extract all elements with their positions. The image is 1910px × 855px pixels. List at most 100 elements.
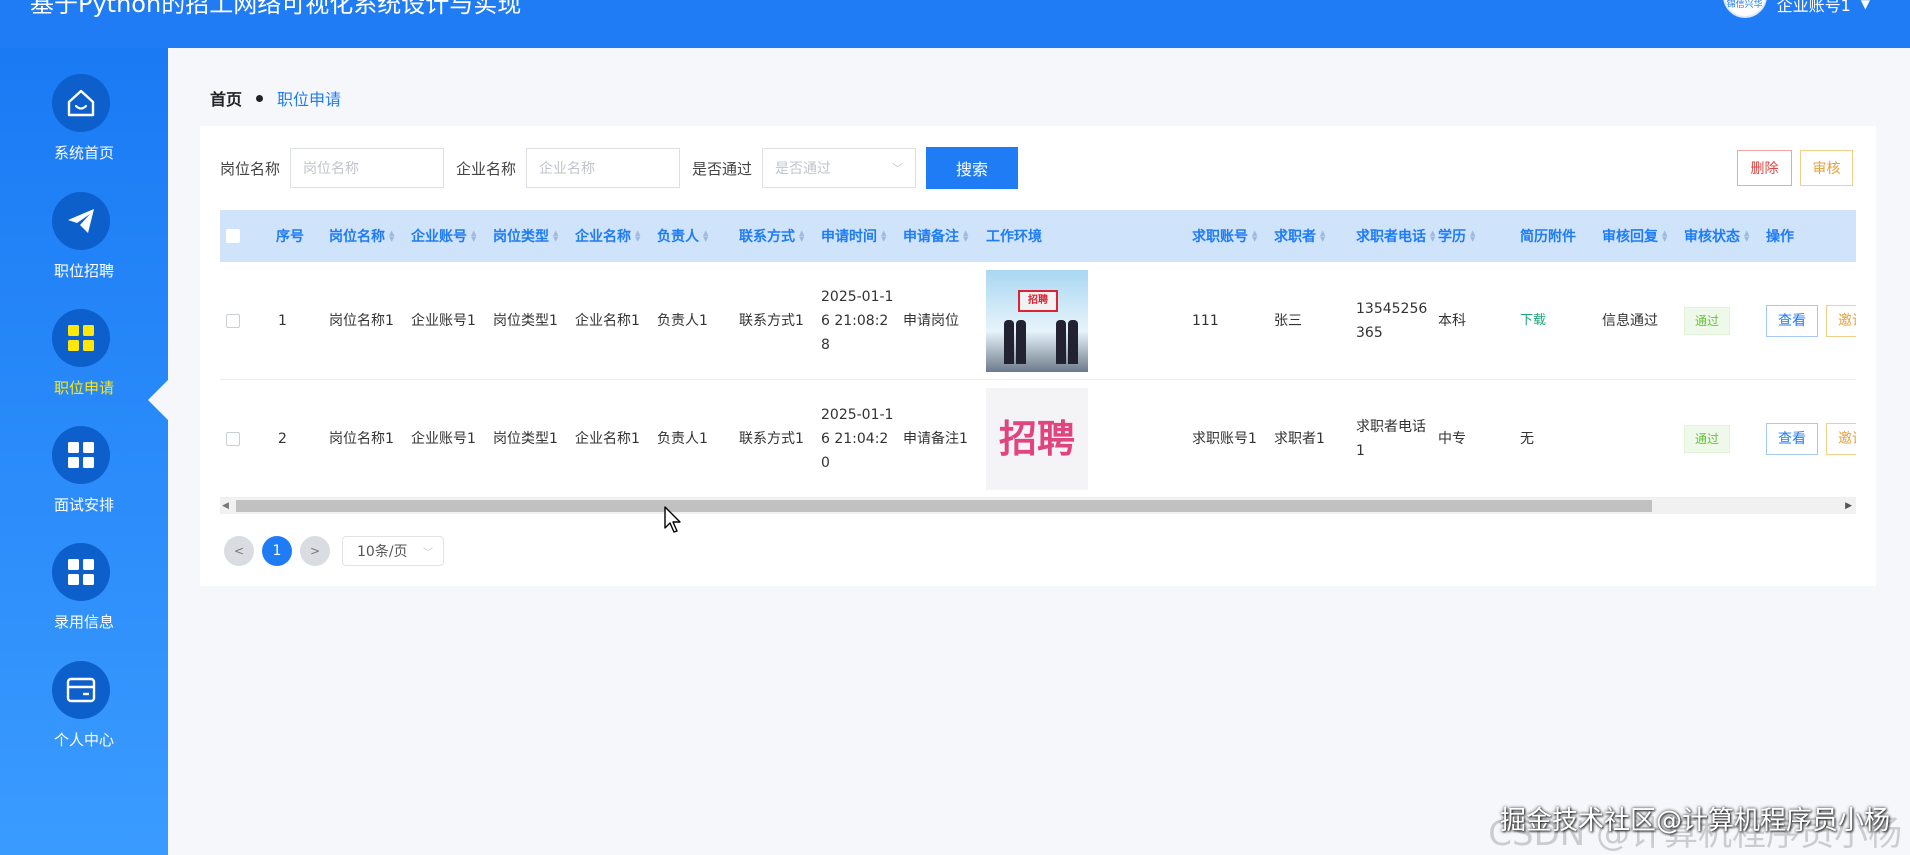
sidebar-item-label: 录用信息 <box>53 613 114 631</box>
cell-audit-reply: 信息通过 <box>1602 313 1658 329</box>
column-header-apply-time[interactable]: 申请时间 ▲ ▼ <box>821 210 889 262</box>
company-name-label: 企业名称 <box>456 159 517 178</box>
job-name-input[interactable]: 岗位名称 <box>290 148 445 188</box>
cell-apply-time: 2025-01-16 21:08:28 <box>821 289 894 353</box>
top-header: 基于Python的招工网络可视化系统设计与实现 锦信兴华 企业账号1 ▼ <box>0 0 1910 48</box>
filter-bar: 岗位名称 岗位名称 企业名称 企业名称 是否通过 是否通过 ﹀ 搜索 <box>220 147 1019 189</box>
sidebar-item-job-apply[interactable]: 职位申请 <box>0 309 168 419</box>
sidebar-item-interview[interactable]: 面试安排 <box>0 426 168 536</box>
resume-download-link[interactable]: 下载 <box>1520 309 1546 333</box>
sidebar-item-home[interactable]: 系统首页 <box>0 74 168 184</box>
cell-resume: 下载 <box>1520 262 1546 380</box>
job-name-label: 岗位名称 <box>220 159 281 178</box>
sidebar-item-profile[interactable]: 个人中心 <box>0 661 168 771</box>
view-button[interactable]: 查看 <box>1766 423 1818 455</box>
status-badge: 通过 <box>1684 425 1730 453</box>
column-header-seeker[interactable]: 求职者 ▲ ▼ <box>1274 210 1328 262</box>
column-header-job-name[interactable]: 岗位名称 ▲ ▼ <box>329 210 397 262</box>
column-header-contact[interactable]: 联系方式 ▲ ▼ <box>739 210 807 262</box>
horizontal-scrollbar[interactable]: ◀ ▶ <box>220 498 1856 514</box>
cell-seeker: 求职者1 <box>1274 431 1325 447</box>
sidebar-item-label: 系统首页 <box>53 144 114 162</box>
cell-work-env[interactable]: 招聘 <box>986 380 1088 498</box>
prev-page-button[interactable]: < <box>224 536 254 566</box>
work-env-image[interactable]: 招聘 <box>986 270 1088 372</box>
active-indicator <box>148 380 168 420</box>
sidebar-item-job-recruit[interactable]: 职位招聘 <box>0 192 168 302</box>
cell-audit-status: 通过 <box>1684 262 1730 380</box>
page-size-select[interactable]: 10条/页 ﹀ <box>342 536 444 566</box>
column-header-apply-note[interactable]: 申请备注 ▲ ▼ <box>903 210 971 262</box>
cell-company-account: 企业账号1 <box>411 313 476 329</box>
breadcrumb-home[interactable]: 首页 <box>210 86 242 110</box>
cell-company-name: 企业名称1 <box>575 431 640 447</box>
work-env-image[interactable]: 招聘 <box>986 388 1088 490</box>
passed-select[interactable]: 是否通过 ﹀ <box>762 148 917 188</box>
sort-icon: ▲ ▼ <box>703 229 709 243</box>
app-title: 基于Python的招工网络可视化系统设计与实现 <box>30 0 522 18</box>
column-header-audit-status[interactable]: 审核状态 ▲ ▼ <box>1684 210 1752 262</box>
column-header-index: 序号 <box>276 229 304 245</box>
cell-seeker: 张三 <box>1274 313 1302 329</box>
avatar[interactable]: 锦信兴华 <box>1722 0 1767 18</box>
sidebar-item-label: 个人中心 <box>53 731 114 749</box>
invite-button[interactable]: 邀请 <box>1826 305 1856 337</box>
table-row[interactable]: 2 岗位名称1 企业账号1 岗位类型1 企业名称1 负责人1 联系方式1 202… <box>220 380 1856 498</box>
invite-button[interactable]: 邀请 <box>1826 423 1856 455</box>
next-page-button[interactable]: > <box>300 536 330 566</box>
card-icon <box>52 661 110 719</box>
search-button[interactable]: 搜索 <box>926 147 1019 189</box>
cell-apply-time: 2025-01-16 21:04:20 <box>821 407 894 471</box>
row-checkbox[interactable] <box>226 262 240 380</box>
cell-job-type: 岗位类型1 <box>493 313 558 329</box>
table-row[interactable]: 1 岗位名称1 企业账号1 岗位类型1 企业名称1 负责人1 联系方式1 202… <box>220 262 1856 380</box>
column-header-seeker-account[interactable]: 求职账号 ▲ ▼ <box>1192 210 1260 262</box>
sidebar-item-hire-info[interactable]: 录用信息 <box>0 543 168 653</box>
main-card: 岗位名称 岗位名称 企业名称 企业名称 是否通过 是否通过 ﹀ 搜索 删除 审核… <box>200 126 1876 586</box>
grid-icon <box>52 309 110 367</box>
sort-icon: ▲ ▼ <box>1470 229 1476 243</box>
user-menu[interactable]: 锦信兴华 企业账号1 ▼ <box>1722 0 1870 24</box>
paper-plane-icon <box>52 192 110 250</box>
cell-index: 1 <box>278 313 287 329</box>
breadcrumb: 首页 职位申请 <box>210 86 341 110</box>
scroll-right-icon[interactable]: ▶ <box>1845 498 1852 514</box>
cell-manager: 负责人1 <box>657 431 708 447</box>
watermark: 掘金技术社区@计算机程序员小杨 <box>1499 806 1890 836</box>
cell-education: 中专 <box>1438 431 1466 447</box>
sort-icon: ▲ ▼ <box>471 229 477 243</box>
table-header: 序号 岗位名称 ▲ ▼ 企业账号 ▲ ▼ 岗位类型 ▲ ▼ 企业名称 ▲ ▼ 负责人 ▲ ▼ 联系方… <box>220 210 1856 262</box>
user-name[interactable]: 企业账号1 <box>1777 0 1851 16</box>
sort-icon: ▲ ▼ <box>635 229 641 243</box>
company-name-input[interactable]: 企业名称 <box>526 148 681 188</box>
column-header-seeker-phone[interactable]: 求职者电话 ▲ ▼ <box>1356 210 1438 262</box>
sort-icon: ▲ ▼ <box>553 229 559 243</box>
column-header-company-account[interactable]: 企业账号 ▲ ▼ <box>411 210 479 262</box>
sidebar-item-label: 职位招聘 <box>53 262 114 280</box>
page-number-button[interactable]: 1 <box>262 536 292 566</box>
column-header-audit-reply[interactable]: 审核回复 ▲ ▼ <box>1602 210 1670 262</box>
column-header-job-type[interactable]: 岗位类型 ▲ ▼ <box>493 210 561 262</box>
scrollbar-thumb[interactable] <box>236 500 1652 512</box>
chevron-down-icon[interactable]: ▼ <box>1861 0 1870 11</box>
sort-icon: ▲ ▼ <box>1744 229 1750 243</box>
column-header-actions: 操作 <box>1766 229 1794 245</box>
column-header-education[interactable]: 学历 ▲ ▼ <box>1438 210 1478 262</box>
sidebar-item-label: 面试安排 <box>53 496 114 514</box>
breadcrumb-current: 职位申请 <box>277 90 342 109</box>
scroll-left-icon[interactable]: ◀ <box>222 498 229 514</box>
sort-icon: ▲ ▼ <box>1252 229 1258 243</box>
audit-button[interactable]: 审核 <box>1800 150 1853 186</box>
cell-seeker-phone: 13545256365 <box>1356 301 1428 341</box>
cell-job-name: 岗位名称1 <box>329 431 394 447</box>
column-header-manager[interactable]: 负责人 ▲ ▼ <box>657 210 711 262</box>
select-all-checkbox[interactable] <box>226 210 240 262</box>
cell-work-env[interactable]: 招聘 <box>986 262 1088 380</box>
delete-button[interactable]: 删除 <box>1737 150 1792 186</box>
cell-manager: 负责人1 <box>657 313 708 329</box>
row-checkbox[interactable] <box>226 380 240 498</box>
cell-actions: 查看 邀请 <box>1766 380 1856 498</box>
pagination: < 1 > 10条/页 ﹀ <box>224 536 444 566</box>
column-header-company-name[interactable]: 企业名称 ▲ ▼ <box>575 210 643 262</box>
view-button[interactable]: 查看 <box>1766 305 1818 337</box>
